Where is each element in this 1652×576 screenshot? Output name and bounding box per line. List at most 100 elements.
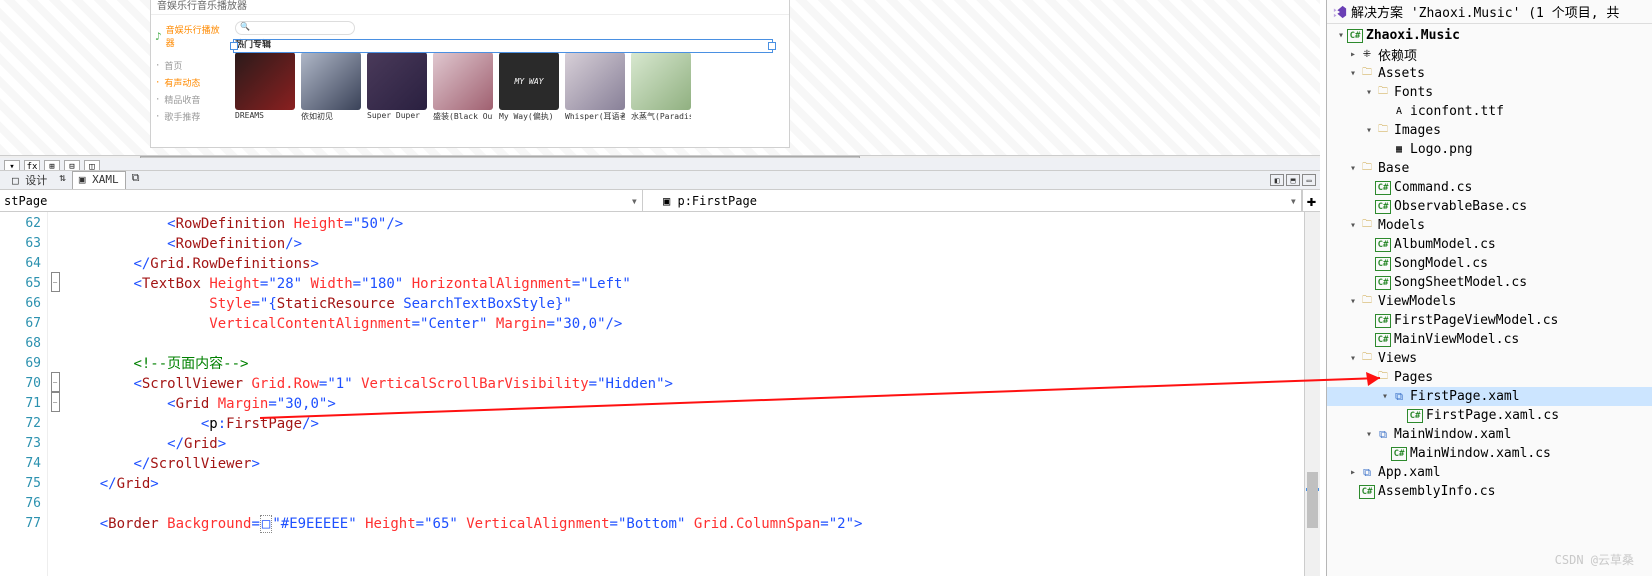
expand-icon[interactable]: ▾ <box>1335 30 1347 41</box>
code-line[interactable]: <Grid Margin="30,0"> <box>66 394 1304 414</box>
preview-window: 音娱乐行音乐播放器 ♪音娱乐行播放器 ·首页·有声动态·精品收音·歌手推荐 🔍 … <box>150 0 790 148</box>
tree-item[interactable]: ▾⧉MainWindow.xaml <box>1327 425 1652 444</box>
tree-item[interactable]: C#MainWindow.xaml.cs <box>1327 444 1652 463</box>
code-line[interactable]: </Grid> <box>66 434 1304 454</box>
split-vertical-icon[interactable]: ◧ <box>1270 174 1284 186</box>
solution-tree[interactable]: ▾ C# Zhaoxi.Music ▸⁜依赖项▾🗀Assets▾🗀FontsAi… <box>1327 24 1652 503</box>
expand-icon[interactable]: ▾ <box>1363 429 1375 440</box>
type-dropdown[interactable]: stPage▾ <box>0 190 643 211</box>
code-line[interactable]: <RowDefinition Height="50"/> <box>66 214 1304 234</box>
tree-item[interactable]: ▾🗀Images <box>1327 121 1652 140</box>
tree-item[interactable]: ▾🗀ViewModels <box>1327 292 1652 311</box>
tree-item[interactable]: C#AssemblyInfo.cs <box>1327 482 1652 501</box>
code-editor[interactable]: 62636465666768697071727374757677 −−− <Ro… <box>0 212 1320 576</box>
solution-title: 解决方案 'Zhaoxi.Music' (1 个项目, 共 <box>1351 2 1619 21</box>
expand-icon[interactable]: ▾ <box>1363 125 1375 136</box>
expand-icon[interactable]: ▾ <box>1347 353 1359 364</box>
tree-item-label: Views <box>1378 351 1417 366</box>
code-line[interactable]: <RowDefinition/> <box>66 234 1304 254</box>
tree-item[interactable]: ▸⁜依赖项 <box>1327 45 1652 64</box>
editor-vscrollbar[interactable] <box>1304 212 1320 576</box>
swap-panes-icon[interactable]: ⇅ <box>59 171 66 189</box>
folder-icon: 🗀 <box>1359 162 1375 176</box>
code-line[interactable]: Style="{StaticResource SearchTextBoxStyl… <box>66 294 1304 314</box>
tab-xaml[interactable]: ▣ XAML <box>72 171 126 189</box>
code-line[interactable]: </ScrollViewer> <box>66 454 1304 474</box>
split-editor-button[interactable]: ✚ <box>1302 190 1320 211</box>
expand-icon[interactable]: ▾ <box>1379 391 1391 402</box>
selection-adorner[interactable] <box>233 39 773 53</box>
tree-item[interactable]: ▾🗀Views <box>1327 349 1652 368</box>
csharp-file-icon: C# <box>1359 485 1375 499</box>
expand-icon[interactable]: ▾ <box>1363 372 1375 383</box>
scrollbar-thumb[interactable] <box>1307 472 1318 528</box>
tree-item[interactable]: C#SongModel.cs <box>1327 254 1652 273</box>
tree-item[interactable]: ▾⧉FirstPage.xaml <box>1327 387 1652 406</box>
tree-item[interactable]: C#Command.cs <box>1327 178 1652 197</box>
code-line[interactable] <box>66 334 1304 354</box>
tree-item-label: MainWindow.xaml <box>1394 427 1511 442</box>
csharp-file-icon: C# <box>1375 257 1391 271</box>
code-line[interactable]: <!--页面内容--> <box>66 354 1304 374</box>
fold-toggle[interactable]: − <box>51 272 60 292</box>
tree-item[interactable]: ▾🗀Pages <box>1327 368 1652 387</box>
preview-window-title: 音娱乐行音乐播放器 <box>151 0 789 15</box>
tree-item[interactable]: C#ObservableBase.cs <box>1327 197 1652 216</box>
expand-icon[interactable]: ▾ <box>1363 87 1375 98</box>
code-line[interactable] <box>66 494 1304 514</box>
expand-icon[interactable]: ▾ <box>1347 163 1359 174</box>
preview-album: 水蒸气(Paradise) <box>631 52 691 122</box>
tree-item[interactable]: ▾🗀Fonts <box>1327 83 1652 102</box>
tree-item[interactable]: ▾🗀Assets <box>1327 64 1652 83</box>
tree-item[interactable]: Aiconfont.ttf <box>1327 102 1652 121</box>
tree-item-label: FirstPage.xaml <box>1410 389 1520 404</box>
code-line[interactable]: <TextBox Height="28" Width="180" Horizon… <box>66 274 1304 294</box>
expand-icon[interactable]: ▾ <box>1347 296 1359 307</box>
expand-icon[interactable]: ▸ <box>1347 467 1359 478</box>
tree-item[interactable]: ▾🗀Base <box>1327 159 1652 178</box>
folder-icon: 🗀 <box>1375 124 1391 138</box>
tree-item-label: Base <box>1378 161 1409 176</box>
member-dropdown[interactable]: ▣ p:FirstPage▾ <box>643 190 1302 211</box>
popout-icon[interactable]: ⧉ <box>132 171 140 189</box>
code-text-area[interactable]: <RowDefinition Height="50"/> <RowDefinit… <box>62 212 1304 576</box>
code-line[interactable]: <ScrollViewer Grid.Row="1" VerticalScrol… <box>66 374 1304 394</box>
code-line[interactable]: </Grid> <box>66 474 1304 494</box>
tree-item-label: iconfont.ttf <box>1410 104 1504 119</box>
tree-item[interactable]: C#AlbumModel.cs <box>1327 235 1652 254</box>
tree-item[interactable]: C#FirstPageViewModel.cs <box>1327 311 1652 330</box>
expand-icon[interactable]: ▾ <box>1347 220 1359 231</box>
tree-project-root[interactable]: ▾ C# Zhaoxi.Music <box>1327 26 1652 45</box>
tree-item[interactable]: C#FirstPage.xaml.cs <box>1327 406 1652 425</box>
collapse-pane-icon[interactable]: ▭ <box>1302 174 1316 186</box>
expand-icon[interactable]: ▾ <box>1347 68 1359 79</box>
code-line[interactable]: <Border Background=□"#E9EEEEE" Height="6… <box>66 514 1304 534</box>
code-line[interactable]: </Grid.RowDefinitions> <box>66 254 1304 274</box>
tree-item[interactable]: ▸⧉App.xaml <box>1327 463 1652 482</box>
csharp-project-icon: C# <box>1347 29 1363 43</box>
tree-item-label: Command.cs <box>1394 180 1472 195</box>
csharp-file-icon: C# <box>1375 238 1391 252</box>
tree-item[interactable]: ▦Logo.png <box>1327 140 1652 159</box>
code-line[interactable]: VerticalContentAlignment="Center" Margin… <box>66 314 1304 334</box>
split-horizontal-icon[interactable]: ⬒ <box>1286 174 1300 186</box>
tree-item-label: Logo.png <box>1410 142 1473 157</box>
code-line[interactable]: <p:FirstPage/> <box>66 414 1304 434</box>
tree-item[interactable]: ▾🗀Models <box>1327 216 1652 235</box>
tree-item-label: Assets <box>1378 66 1425 81</box>
tree-item[interactable]: C#SongSheetModel.cs <box>1327 273 1652 292</box>
tree-item[interactable]: C#MainViewModel.cs <box>1327 330 1652 349</box>
preview-album-row: DREAMS依如初见Super Duper盛装(Black Out)MY WAY… <box>235 52 789 122</box>
font-file-icon: A <box>1391 105 1407 119</box>
expand-icon[interactable]: ▸ <box>1347 49 1359 60</box>
csharp-file-icon: C# <box>1375 333 1391 347</box>
tree-item-label: MainViewModel.cs <box>1394 332 1519 347</box>
preview-album: 盛装(Black Out) <box>433 52 493 122</box>
xaml-designer-surface[interactable]: 音娱乐行音乐播放器 ♪音娱乐行播放器 ·首页·有声动态·精品收音·歌手推荐 🔍 … <box>0 0 1320 156</box>
solution-explorer: 解决方案 'Zhaoxi.Music' (1 个项目, 共 ▾ C# Zhaox… <box>1326 0 1652 576</box>
outlining-margin[interactable]: −−− <box>48 212 62 576</box>
fold-toggle[interactable]: − <box>51 392 60 412</box>
tree-item-label: AlbumModel.cs <box>1394 237 1496 252</box>
tab-design[interactable]: □ 设计 <box>6 171 53 189</box>
fold-toggle[interactable]: − <box>51 372 60 392</box>
